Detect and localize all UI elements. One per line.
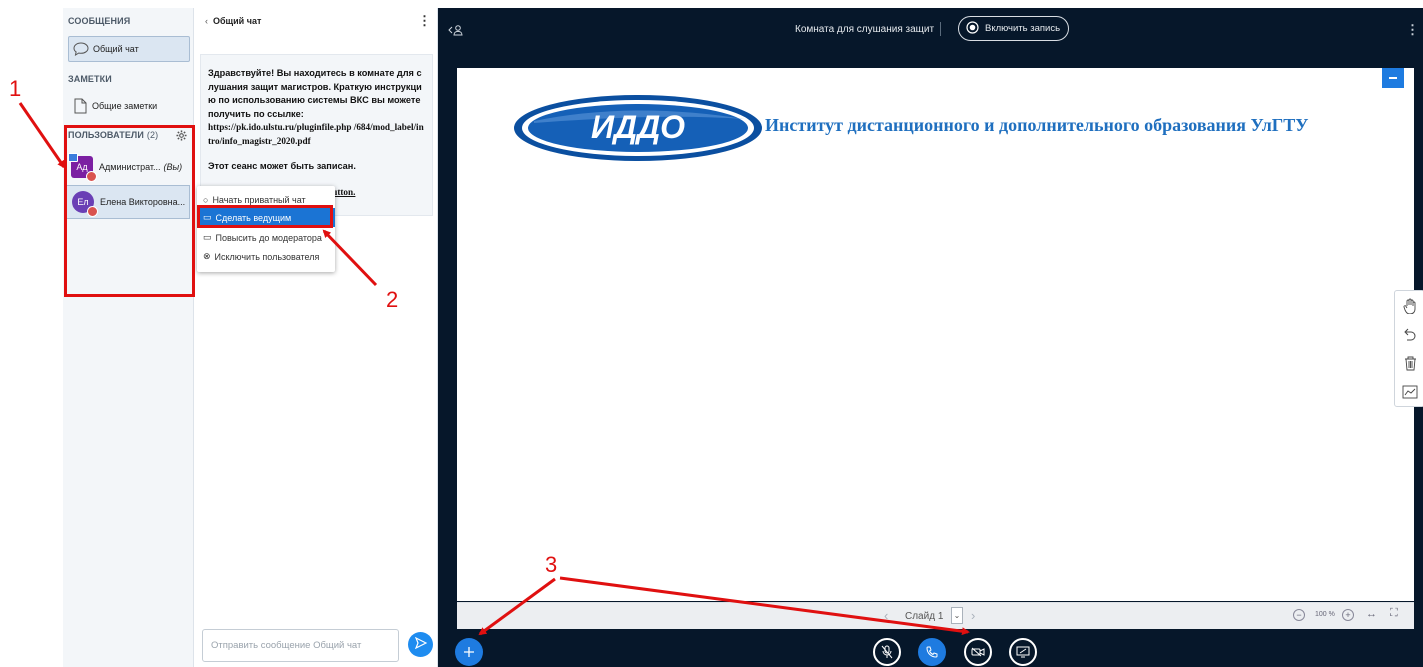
chevron-left-icon[interactable]: ‹ bbox=[205, 16, 208, 26]
notes-section-title: ЗАМЕТКИ bbox=[68, 74, 112, 84]
minus-icon bbox=[1389, 77, 1397, 79]
kebab-menu-icon[interactable]: ⋮ bbox=[418, 13, 431, 29]
user-context-menu: ○ Начать приватный чат ▭ Сделать ведущим ▭… bbox=[197, 186, 335, 272]
unmute-mic-button[interactable] bbox=[873, 638, 901, 666]
share-webcam-button[interactable] bbox=[964, 638, 992, 666]
divider bbox=[940, 22, 941, 36]
next-slide-icon[interactable]: › bbox=[971, 608, 975, 623]
chat-bubble-icon bbox=[69, 42, 93, 56]
share-screen-button[interactable] bbox=[1009, 638, 1037, 666]
chat-panel: ‹ Общий чат ⋮ Здравствуйте! Вы находитес… bbox=[195, 8, 438, 667]
presentation-slide[interactable]: ИДДО Институт дистанционного и дополните… bbox=[457, 68, 1414, 601]
leave-audio-button[interactable] bbox=[918, 638, 946, 666]
menu-item-promote[interactable]: ▭ Повысить до модератора bbox=[197, 228, 335, 247]
annotation-box-users bbox=[64, 125, 195, 297]
annotation-arrow-1 bbox=[18, 102, 66, 169]
zoom-in-icon[interactable]: + bbox=[1342, 609, 1354, 621]
annotation-number-2: 2 bbox=[386, 287, 399, 312]
slide-number-label[interactable]: Слайд 1 bbox=[905, 611, 943, 622]
chat-header[interactable]: ‹ Общий чат bbox=[205, 16, 261, 26]
annotation-box-make-presenter bbox=[197, 205, 333, 228]
zoom-out-icon[interactable]: − bbox=[1293, 609, 1305, 621]
screen-share-icon bbox=[1016, 646, 1030, 658]
slide-heading: Институт дистанционного и дополнительног… bbox=[765, 115, 1309, 135]
mic-off-icon bbox=[881, 645, 893, 659]
messages-section-title: СООБЩЕНИЯ bbox=[68, 16, 131, 26]
multi-user-whiteboard-icon[interactable] bbox=[1399, 381, 1421, 403]
svg-text:ИДДО: ИДДО bbox=[591, 109, 685, 145]
document-icon bbox=[68, 98, 92, 114]
minimize-presentation-button[interactable] bbox=[1382, 68, 1404, 88]
webcam-off-icon bbox=[971, 647, 985, 657]
chat-message-input[interactable]: Отправить сообщение Общий чат bbox=[202, 629, 399, 662]
iddo-logo: ИДДО bbox=[514, 95, 762, 161]
chat-bubble-icon: ○ bbox=[203, 194, 209, 205]
annotation-number-1: 1 bbox=[9, 76, 22, 101]
promote-icon: ▭ bbox=[203, 232, 212, 242]
zoom-level: 100 % bbox=[1315, 611, 1335, 618]
send-icon bbox=[414, 636, 427, 654]
record-button[interactable]: Включить запись bbox=[958, 16, 1069, 41]
annotation-number-3: 3 bbox=[545, 552, 558, 577]
room-title: Комната для слушания защит bbox=[795, 24, 935, 35]
actions-plus-button[interactable] bbox=[455, 638, 483, 666]
menu-item-remove-user[interactable]: ⊗ Исключить пользователя bbox=[197, 247, 335, 266]
welcome-recording-note: Этот сеанс может быть записан. bbox=[208, 161, 356, 171]
top-strip bbox=[0, 0, 1423, 8]
undo-icon[interactable] bbox=[1399, 324, 1421, 346]
presentation-area: Комната для слушания защит Включить запи… bbox=[438, 8, 1423, 667]
whiteboard-toolbar bbox=[1394, 290, 1423, 407]
user-list-toggle-icon[interactable] bbox=[448, 23, 464, 41]
fit-width-icon[interactable]: ↔ bbox=[1366, 608, 1377, 620]
pan-hand-icon[interactable] bbox=[1399, 295, 1421, 317]
chat-title: Общий чат bbox=[213, 16, 262, 26]
trash-icon[interactable] bbox=[1399, 352, 1421, 374]
slide-dropdown-icon[interactable]: ⌄ bbox=[951, 607, 963, 624]
remove-icon: ⊗ bbox=[203, 251, 211, 261]
phone-icon bbox=[926, 646, 938, 658]
plus-icon bbox=[464, 647, 474, 657]
record-label: Включить запись bbox=[985, 23, 1061, 34]
welcome-link[interactable]: https://pk.ido.ulstu.ru/pluginfile.php /… bbox=[208, 122, 424, 146]
public-chat-label: Общий чат bbox=[93, 44, 139, 54]
fullscreen-icon[interactable]: ⛶ bbox=[1390, 607, 1398, 620]
send-button[interactable] bbox=[408, 632, 433, 657]
shared-notes-item[interactable]: Общие заметки bbox=[68, 93, 190, 119]
public-chat-item[interactable]: Общий чат bbox=[68, 36, 190, 62]
options-kebab-icon[interactable]: ⋮ bbox=[1406, 22, 1419, 38]
slide-navigation-bar: ‹ Слайд 1 ⌄ › − 100 % + ↔ ⛶ bbox=[457, 602, 1414, 629]
user-list-panel: СООБЩЕНИЯ Общий чат ЗАМЕТКИ Общие заметк… bbox=[63, 8, 194, 667]
welcome-text: Здравствуйте! Вы находитесь в комнате дл… bbox=[208, 68, 424, 146]
shared-notes-label: Общие заметки bbox=[92, 101, 158, 111]
record-icon bbox=[966, 20, 979, 37]
prev-slide-icon[interactable]: ‹ bbox=[884, 608, 888, 623]
